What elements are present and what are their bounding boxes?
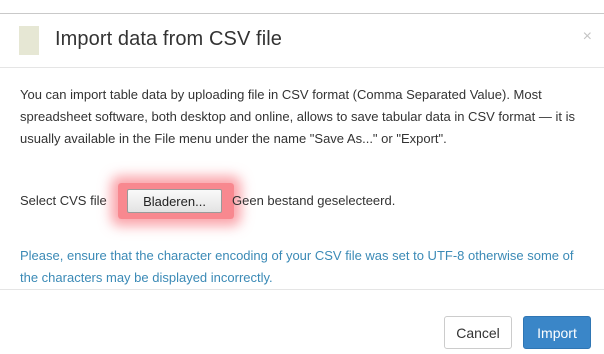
intro-text: You can import table data by uploading f… — [20, 87, 575, 146]
import-csv-screen: Import data from CSV file × You can impo… — [0, 0, 604, 354]
close-icon[interactable]: × — [583, 28, 592, 46]
import-button[interactable]: Import — [523, 316, 591, 349]
title-color-swatch — [19, 26, 39, 55]
file-select-label: Select CVS file — [20, 193, 107, 208]
cancel-button[interactable]: Cancel — [444, 316, 512, 349]
dialog-header: Import data from CSV file × — [0, 14, 604, 68]
dialog-body: You can import table data by uploading f… — [0, 68, 604, 289]
dialog-footer: Cancel Import — [0, 289, 604, 354]
dialog-title: Import data from CSV file — [55, 28, 283, 50]
browse-file-button[interactable]: Bladeren... — [127, 189, 222, 213]
encoding-note: Please, ensure that the character encodi… — [20, 248, 574, 285]
file-status-text: Geen bestand geselecteerd. — [232, 193, 396, 208]
import-csv-dialog: Import data from CSV file × You can impo… — [0, 13, 604, 354]
